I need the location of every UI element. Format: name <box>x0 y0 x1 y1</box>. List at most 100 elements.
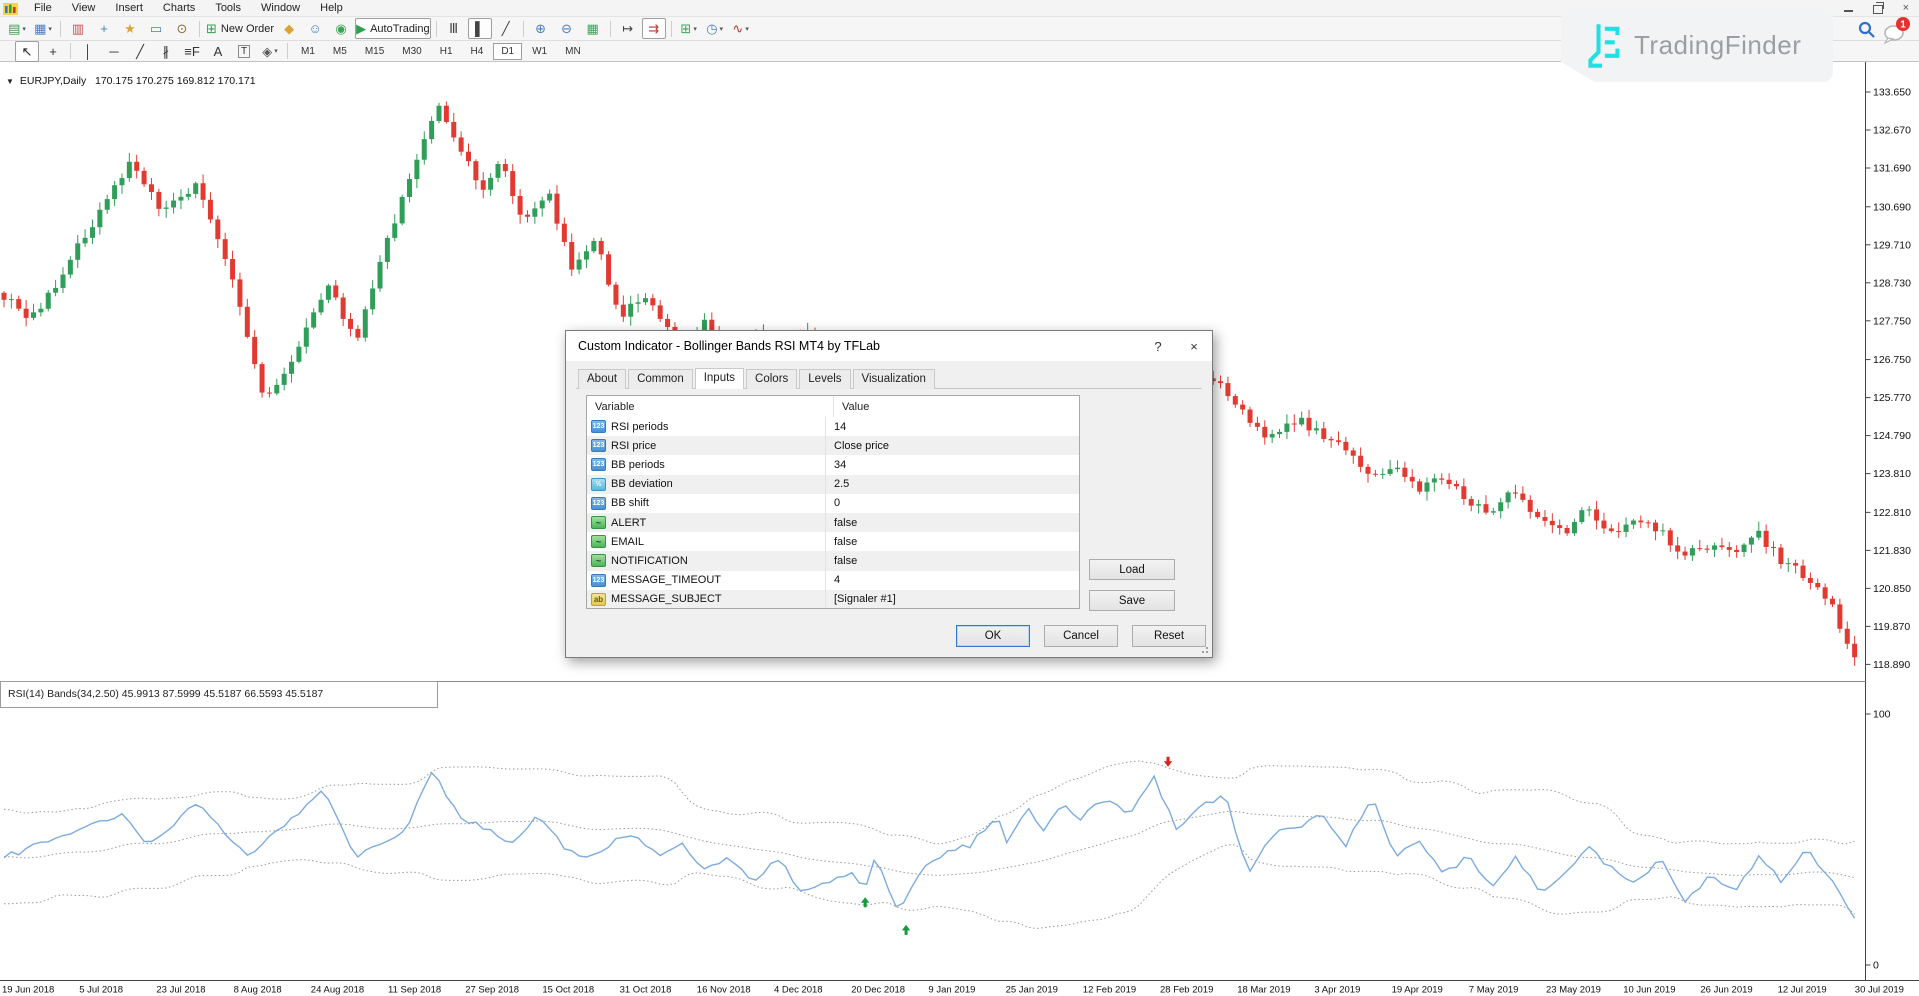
timeframe-m15[interactable]: M15 <box>357 43 392 60</box>
param-value[interactable]: 4 <box>825 571 1079 590</box>
zoom-in-button[interactable]: ⊕ <box>529 18 553 39</box>
new-chart-dropdown-icon[interactable]: ▾ <box>22 25 26 33</box>
horizontal-line-button[interactable]: ─ <box>102 41 126 62</box>
symbol-collapse-icon[interactable]: ▼ <box>6 77 14 86</box>
zoom-in-icon: ⊕ <box>535 22 546 35</box>
strategy-tester-button[interactable]: ⊙ <box>170 18 194 39</box>
market-watch-button[interactable]: ▥ <box>66 18 90 39</box>
search-icon[interactable] <box>1860 23 1874 37</box>
tab-common[interactable]: Common <box>628 369 693 389</box>
menu-help[interactable]: Help <box>310 1 353 15</box>
text-button[interactable]: A <box>206 41 230 62</box>
fibonacci-button[interactable]: ≡F <box>180 41 204 62</box>
param-value[interactable]: false <box>825 513 1079 532</box>
crosshair-button[interactable]: + <box>41 41 65 62</box>
chart-shift-button[interactable]: ⇉ <box>642 18 666 39</box>
param-row[interactable]: 123RSI priceClose price <box>587 436 1079 455</box>
param-row[interactable]: 123RSI periods14 <box>587 417 1079 436</box>
data-window-button[interactable]: + <box>92 18 116 39</box>
param-row[interactable]: 123BB periods34 <box>587 455 1079 474</box>
arrows-shapes-dropdown-icon[interactable]: ▾ <box>274 47 278 55</box>
load-button[interactable]: Load <box>1089 559 1175 580</box>
timeframe-mn[interactable]: MN <box>557 43 589 60</box>
menu-file[interactable]: File <box>24 1 62 15</box>
trendline-button[interactable]: ╱ <box>128 41 152 62</box>
restore-icon[interactable] <box>1873 5 1883 14</box>
menu-window[interactable]: Window <box>251 1 310 15</box>
reset-button[interactable]: Reset <box>1132 625 1206 647</box>
param-row[interactable]: ~NOTIFICATIONfalse <box>587 551 1079 570</box>
menu-insert[interactable]: Insert <box>105 1 153 15</box>
param-row[interactable]: 123MESSAGE_TIMEOUT4 <box>587 571 1079 590</box>
tab-inputs[interactable]: Inputs <box>695 368 744 389</box>
indicators-button[interactable]: ∿▾ <box>729 18 753 39</box>
zoom-out-button[interactable]: ⊖ <box>555 18 579 39</box>
tab-colors[interactable]: Colors <box>746 369 797 389</box>
param-row[interactable]: ~ALERTfalse <box>587 513 1079 532</box>
timeframe-h1[interactable]: H1 <box>432 43 461 60</box>
profiles-button[interactable]: ▦▾ <box>31 18 55 39</box>
vertical-line-button[interactable]: │ <box>76 41 100 62</box>
param-value[interactable]: 0 <box>825 494 1079 513</box>
param-value[interactable]: false <box>825 551 1079 570</box>
arrows-shapes-button[interactable]: ◈▾ <box>258 41 282 62</box>
param-value[interactable]: 34 <box>825 455 1079 474</box>
tab-levels[interactable]: Levels <box>799 369 850 389</box>
timeframe-m5[interactable]: M5 <box>325 43 355 60</box>
indicators-dropdown-icon[interactable]: ▾ <box>745 25 749 33</box>
param-row[interactable]: 123BB shift0 <box>587 494 1079 513</box>
cursor-button[interactable]: ↖ <box>15 41 39 62</box>
param-value[interactable]: 14 <box>825 417 1079 436</box>
cancel-button[interactable]: Cancel <box>1044 625 1118 647</box>
param-row[interactable]: ½BB deviation2.5 <box>587 475 1079 494</box>
dialog-title-bar[interactable]: Custom Indicator - Bollinger Bands RSI M… <box>566 331 1212 361</box>
chart-candles-button[interactable]: ▌ <box>468 18 492 39</box>
navigator-button[interactable]: ★ <box>118 18 142 39</box>
param-value[interactable]: Close price <box>825 436 1079 455</box>
param-name: RSI price <box>611 440 825 452</box>
metaeditor-button[interactable]: ◆ <box>277 18 301 39</box>
param-value[interactable]: [Signaler #1] <box>825 590 1079 609</box>
tile-windows-button[interactable]: ▦ <box>581 18 605 39</box>
minimize-icon[interactable] <box>1844 10 1853 12</box>
timeframe-d1[interactable]: D1 <box>493 43 522 60</box>
auto-scroll-button[interactable]: ↦ <box>616 18 640 39</box>
alerts-button[interactable]: ◉ <box>329 18 353 39</box>
param-value[interactable]: false <box>825 532 1079 551</box>
timeframe-h4[interactable]: H4 <box>463 43 492 60</box>
metaeditor-icon: ◆ <box>284 22 294 35</box>
save-button[interactable]: Save <box>1089 590 1175 611</box>
equidistant-channel-button[interactable]: ∦ <box>154 41 178 62</box>
ok-button[interactable]: OK <box>956 625 1030 647</box>
close-icon[interactable]: × <box>1903 3 1909 14</box>
menu-tools[interactable]: Tools <box>205 1 251 15</box>
param-value[interactable]: 2.5 <box>825 475 1079 494</box>
timeframe-m30[interactable]: M30 <box>394 43 429 60</box>
templates-button[interactable]: ⊞▾ <box>677 18 701 39</box>
menu-charts[interactable]: Charts <box>153 1 205 15</box>
experts-button[interactable]: ☺ <box>303 18 327 39</box>
timeframe-m1[interactable]: M1 <box>293 43 323 60</box>
autotrading-button[interactable]: ▶AutoTrading <box>355 18 431 39</box>
templates-dropdown-icon[interactable]: ▾ <box>693 25 697 33</box>
resize-grip[interactable] <box>1201 646 1209 654</box>
menu-view[interactable]: View <box>62 1 106 15</box>
chart-bars-button[interactable]: Ⅲ <box>442 18 466 39</box>
tab-visualization[interactable]: Visualization <box>853 369 935 389</box>
tab-about[interactable]: About <box>578 369 626 389</box>
periods-dropdown-icon[interactable]: ▾ <box>720 25 724 33</box>
new-chart-button[interactable]: ▤▾ <box>5 18 29 39</box>
dialog-close-button[interactable]: × <box>1176 331 1212 361</box>
new-order-button[interactable]: ⊞New Order <box>205 18 275 39</box>
timeframe-w1[interactable]: W1 <box>524 43 555 60</box>
help-button[interactable]: ? <box>1140 331 1176 361</box>
text-label-button[interactable]: T <box>232 41 256 62</box>
param-row[interactable]: ~EMAILfalse <box>587 532 1079 551</box>
param-row[interactable]: abMESSAGE_SUBJECT[Signaler #1] <box>587 590 1079 609</box>
profiles-dropdown-icon[interactable]: ▾ <box>48 25 52 33</box>
chart-area[interactable]: 133.650132.670131.690130.690129.710128.7… <box>0 62 1919 996</box>
chart-line-button[interactable]: ╱ <box>494 18 518 39</box>
periods-button[interactable]: ◷▾ <box>703 18 727 39</box>
terminal-button[interactable]: ▭ <box>144 18 168 39</box>
toolbar-separator <box>436 21 437 37</box>
